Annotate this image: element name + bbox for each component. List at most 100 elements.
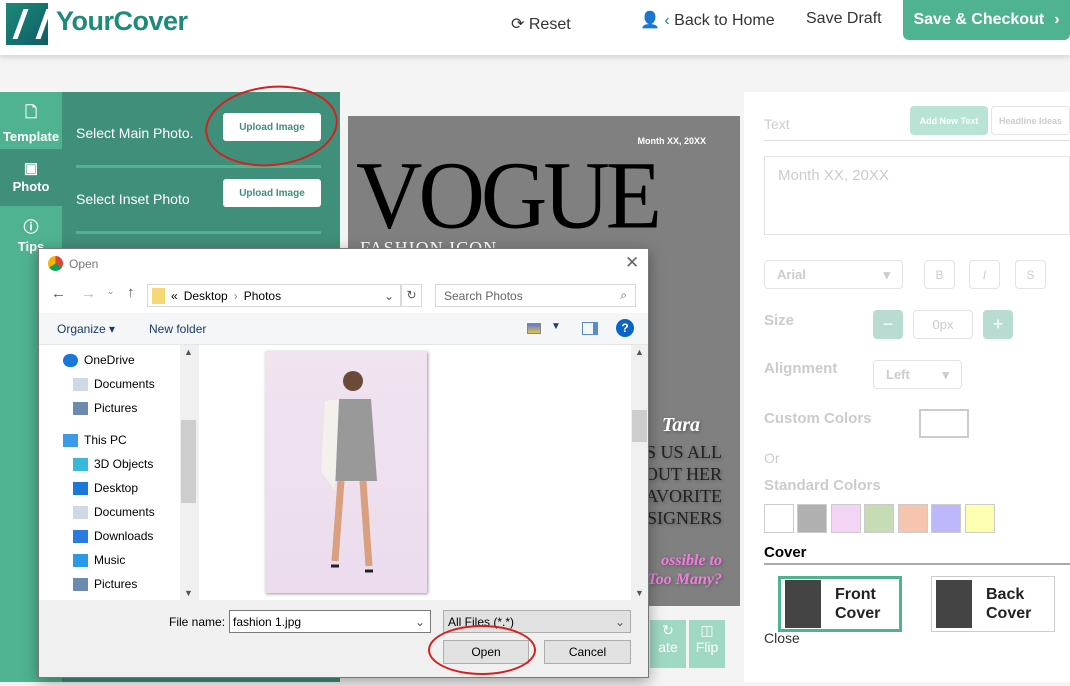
back-home-link[interactable]: 👤 ‹ Back to Home xyxy=(640,10,775,30)
template-search-icon: 🗋 xyxy=(24,104,38,121)
scroll-down-icon[interactable]: ▼ xyxy=(635,588,644,598)
back-cover-thumbnail xyxy=(936,580,972,628)
size-increase-button[interactable]: + xyxy=(983,310,1013,339)
nav-item[interactable]: Desktop xyxy=(73,481,138,495)
color-swatch-white[interactable] xyxy=(764,504,794,533)
text-panel: Text Add New Text Headline Ideas Month X… xyxy=(744,92,1070,682)
scroll-up-icon[interactable]: ▲ xyxy=(635,347,644,357)
view-icon[interactable] xyxy=(527,323,541,334)
scroll-up-icon[interactable]: ▲ xyxy=(184,347,193,357)
sidebar-item-template[interactable]: 🗋 Template xyxy=(0,92,62,149)
color-swatch-green[interactable] xyxy=(864,504,894,533)
computer-icon xyxy=(63,433,78,447)
address-bar[interactable]: «Desktop › Photos ⌄ xyxy=(147,284,401,307)
cover-pink-line[interactable]: Too Many? xyxy=(647,571,722,589)
size-input[interactable]: 0px xyxy=(913,310,973,339)
download-icon xyxy=(73,529,88,543)
cover-line[interactable]: AVORITE xyxy=(645,486,722,507)
color-swatch-peach[interactable] xyxy=(898,504,928,533)
forward-arrow-icon[interactable]: → xyxy=(81,285,96,302)
strike-button[interactable]: S xyxy=(1015,260,1046,289)
divider xyxy=(764,140,1070,141)
back-cover-button[interactable]: Back Cover xyxy=(931,576,1055,632)
bold-button[interactable]: B xyxy=(924,260,955,289)
cover-line[interactable]: SIGNERS xyxy=(647,508,722,529)
text-input[interactable]: Month XX, 20XX xyxy=(764,156,1070,235)
divider xyxy=(76,165,321,168)
save-draft-button[interactable]: Save Draft xyxy=(806,10,882,28)
divider xyxy=(764,563,1070,565)
color-swatch-lavender[interactable] xyxy=(931,504,961,533)
nav-scrollbar[interactable]: ▲ ▼ xyxy=(180,345,197,600)
logo-text[interactable]: YourCover xyxy=(56,6,188,37)
preview-pane-icon[interactable] xyxy=(582,322,598,335)
help-icon[interactable]: ? xyxy=(616,319,634,337)
nav-item[interactable]: OneDrive xyxy=(63,353,135,367)
upload-inset-image-button[interactable]: Upload Image xyxy=(223,179,321,207)
sidebar-item-photo[interactable]: ▣ Photo xyxy=(0,149,62,206)
refresh-icon[interactable]: ↻ xyxy=(401,284,422,307)
nav-item[interactable]: This PC xyxy=(63,433,127,447)
italic-button[interactable]: I xyxy=(969,260,1000,289)
cover-name[interactable]: Tara xyxy=(662,414,700,437)
chevron-left-icon: ‹ xyxy=(664,12,670,29)
color-swatch-pink[interactable] xyxy=(831,504,861,533)
scrollbar-thumb[interactable] xyxy=(632,410,647,442)
color-swatch-yellow[interactable] xyxy=(965,504,995,533)
annotation-circle xyxy=(428,625,536,675)
close-link[interactable]: Close xyxy=(764,630,800,646)
nav-item[interactable]: Pictures xyxy=(73,577,137,591)
size-decrease-button[interactable]: − xyxy=(873,310,903,339)
music-icon xyxy=(73,553,88,567)
file-scrollbar[interactable]: ▲ ▼ xyxy=(631,345,648,600)
chevron-down-icon[interactable]: ⌄ xyxy=(384,289,394,303)
cover-label: Cover xyxy=(764,544,807,561)
cube-icon xyxy=(73,457,88,471)
save-checkout-button[interactable]: Save & Checkout › xyxy=(903,0,1070,40)
inset-photo-row: Select Inset Photo Upload Image xyxy=(76,179,321,207)
fashion-photo-thumbnail[interactable] xyxy=(265,351,427,593)
cover-title[interactable]: VOGUE xyxy=(356,139,662,250)
cover-line[interactable]: OUT HER xyxy=(645,464,722,485)
color-swatch-gray[interactable] xyxy=(797,504,827,533)
breadcrumb-desktop[interactable]: Desktop xyxy=(184,289,228,303)
custom-color-picker[interactable] xyxy=(919,409,969,438)
front-cover-button[interactable]: Front Cover xyxy=(778,576,902,632)
nav-item[interactable]: Downloads xyxy=(73,529,153,543)
flip-button[interactable]: ◫ Flip xyxy=(689,620,725,668)
recent-dropdown-icon[interactable]: ⌄ xyxy=(107,286,115,297)
logo-icon xyxy=(6,3,48,45)
organize-menu[interactable]: Organize ▾ xyxy=(57,322,115,336)
headline-ideas-button[interactable]: Headline Ideas xyxy=(991,106,1070,135)
file-name-input[interactable]: fashion 1.jpg ⌄ xyxy=(229,610,431,633)
command-bar: Organize ▾ New folder ▼ ? xyxy=(39,313,648,345)
back-arrow-icon[interactable]: ← xyxy=(51,285,66,302)
document-icon xyxy=(73,505,88,519)
close-icon[interactable]: ✕ xyxy=(625,253,639,273)
file-list: ▲ ▼ xyxy=(199,345,648,600)
pictures-icon xyxy=(73,401,88,415)
breadcrumb-photos[interactable]: Photos xyxy=(244,289,281,303)
nav-item[interactable]: Music xyxy=(73,553,125,567)
caret-down-icon: ▾ xyxy=(942,366,949,382)
alignment-select[interactable]: Left ▾ xyxy=(873,360,962,389)
top-bar: YourCover ⟳ Reset 👤 ‹ Back to Home Save … xyxy=(0,0,1070,55)
font-select[interactable]: Arial ▾ xyxy=(764,260,903,289)
rotate-button[interactable]: ↻ ate xyxy=(650,620,686,668)
add-new-text-button[interactable]: Add New Text xyxy=(910,106,988,135)
nav-item[interactable]: 3D Objects xyxy=(73,457,153,471)
nav-item[interactable]: Pictures xyxy=(73,401,137,415)
nav-item[interactable]: Documents xyxy=(73,377,155,391)
scrollbar-thumb[interactable] xyxy=(181,420,196,503)
up-arrow-icon[interactable]: ↑ xyxy=(127,284,135,301)
scroll-down-icon[interactable]: ▼ xyxy=(184,588,193,598)
reset-button[interactable]: ⟳ Reset xyxy=(511,14,571,34)
cancel-button[interactable]: Cancel xyxy=(544,640,631,664)
search-input[interactable]: Search Photos ⌕ xyxy=(435,284,636,307)
navigation-pane: OneDrive Documents Pictures This PC 3D Objec… xyxy=(39,345,197,600)
caret-down-icon: ▾ xyxy=(883,266,890,282)
nav-item[interactable]: Documents xyxy=(73,505,155,519)
new-folder-button[interactable]: New folder xyxy=(149,322,206,336)
cover-pink-line[interactable]: ossible to xyxy=(661,552,722,570)
view-dropdown-icon[interactable]: ▼ xyxy=(551,321,561,332)
